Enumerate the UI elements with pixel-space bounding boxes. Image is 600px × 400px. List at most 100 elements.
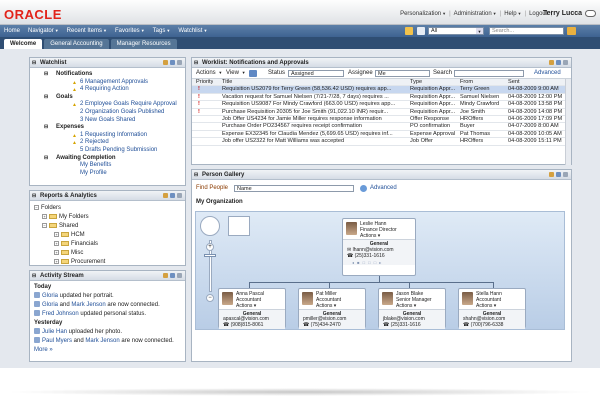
person-card[interactable]: Pat Miller Accountant Actions ▾ General pmil… <box>298 288 366 329</box>
mail-icon[interactable] <box>405 27 413 35</box>
tab-manager-resources[interactable]: Manager Resources <box>110 39 177 49</box>
tree-node-procurement[interactable]: + Procurement <box>34 258 181 267</box>
edit-icon[interactable] <box>163 60 168 65</box>
settings-icon[interactable] <box>556 60 561 65</box>
expand-icon[interactable]: + <box>54 240 59 246</box>
layout-switcher[interactable] <box>228 216 250 236</box>
settings-icon[interactable] <box>170 193 175 198</box>
refresh-icon[interactable] <box>249 70 257 77</box>
person-link[interactable]: Fred Johnson <box>42 311 79 317</box>
watchlist-item[interactable]: 5 Drafts Pending Submission <box>34 147 181 155</box>
watchlist-item[interactable]: 2 Organization Goals Published <box>34 109 181 117</box>
close-icon[interactable] <box>177 193 182 198</box>
zoom-slider-handle[interactable] <box>204 254 216 257</box>
collapse-icon[interactable]: ⊟ <box>32 273 36 279</box>
settings-icon[interactable] <box>556 172 561 177</box>
expand-icon[interactable]: + <box>42 213 47 219</box>
nav-home[interactable]: Home <box>4 28 20 34</box>
person-link[interactable]: Paul Myers <box>42 338 72 344</box>
close-icon[interactable] <box>177 60 182 65</box>
tree-node-financials[interactable]: + Financials <box>34 240 181 249</box>
watchlist-item[interactable]: My Benefits <box>34 162 181 170</box>
person-link[interactable]: Mark Jenson <box>71 302 105 308</box>
assignee-select[interactable]: Me <box>375 70 430 77</box>
person-card[interactable]: Stella Hann Accountant Actions ▾ General sha… <box>458 288 526 329</box>
more-link[interactable]: More » <box>34 346 181 355</box>
watchlist-item[interactable]: ▲ 2 Rejected <box>34 139 181 147</box>
edit-icon[interactable] <box>163 273 168 278</box>
nav-recent-items[interactable]: Recent Items▼ <box>67 28 107 34</box>
table-row[interactable]: Purchase Order PO234567 requires receipt… <box>192 123 571 131</box>
status-select[interactable]: Assigned <box>288 70 344 77</box>
settings-icon[interactable] <box>170 60 175 65</box>
table-row[interactable]: ! Vacation request for Samuel Nielsen (7/… <box>192 94 571 102</box>
table-row[interactable]: ! Purchase Requisition 20305 for Joe Smit… <box>192 109 571 116</box>
user-name[interactable]: Terry Lucca <box>543 10 582 17</box>
column-header[interactable]: Type <box>410 79 422 86</box>
search-scope-select[interactable]: All ▼ <box>428 27 484 35</box>
advanced-link[interactable]: Advanced <box>370 185 397 191</box>
table-row[interactable]: ! Requisition US9087 For Mindy Crawford (… <box>192 101 571 109</box>
tab-welcome[interactable]: Welcome <box>4 39 43 49</box>
tree-node-folders[interactable]: − Folders <box>34 204 181 213</box>
tools-icon[interactable] <box>417 27 425 35</box>
table-row[interactable]: ! Requisition US2079 for Terry Green (58,… <box>192 86 571 94</box>
edit-icon[interactable] <box>163 193 168 198</box>
search-icon[interactable] <box>360 185 367 192</box>
column-header[interactable]: Sent <box>508 79 520 86</box>
collapse-icon[interactable]: ⊟ <box>194 60 198 66</box>
pan-control[interactable] <box>200 216 220 236</box>
person-link[interactable]: Gloria <box>42 293 58 299</box>
tab-general-accounting[interactable]: General Accounting <box>44 39 109 49</box>
search-go-button[interactable] <box>567 27 576 35</box>
worklist-scrollbar[interactable] <box>565 79 571 165</box>
close-icon[interactable] <box>563 60 568 65</box>
nav-navigator[interactable]: Navigator▼ <box>28 28 59 34</box>
collapse-icon[interactable]: − <box>42 222 47 228</box>
personalization-link[interactable]: Personalization▼ <box>400 11 446 17</box>
advanced-link[interactable]: Advanced <box>534 70 561 76</box>
person-link[interactable]: Gloria <box>42 302 58 308</box>
watchlist-item[interactable]: ▲ 1 Requesting Information <box>34 132 181 140</box>
watchlist-item[interactable]: ▲ 4 Requiring Action <box>34 86 181 94</box>
watchlist-item[interactable]: My Profile <box>34 170 181 178</box>
close-icon[interactable] <box>177 273 182 278</box>
collapse-icon[interactable]: ⊟ <box>32 193 36 199</box>
nav-tags[interactable]: Tags▼ <box>153 28 171 34</box>
column-header[interactable]: Title <box>222 79 232 86</box>
person-link[interactable]: Mark Jenson <box>85 338 119 344</box>
zoom-out-icon[interactable]: − <box>206 294 214 302</box>
tree-node-hcm[interactable]: + HCM <box>34 231 181 240</box>
user-status-icon[interactable] <box>585 10 596 17</box>
help-link[interactable]: Help▼ <box>504 11 521 17</box>
actions-menu[interactable]: Actions ▼ <box>196 70 222 76</box>
collapse-icon[interactable]: ⊟ <box>32 60 36 66</box>
watchlist-item[interactable]: 3 New Goals Shared <box>34 117 181 125</box>
watchlist-item[interactable]: ▲ 2 Employee Goals Require Approval <box>34 101 181 109</box>
table-row[interactable]: Job offer US2322 for Matt Williams was a… <box>192 138 571 146</box>
view-menu[interactable]: View ▼ <box>226 70 246 76</box>
settings-icon[interactable] <box>170 273 175 278</box>
column-header[interactable]: Priority <box>196 79 213 86</box>
tree-node-misc[interactable]: + Misc <box>34 249 181 258</box>
card-pager[interactable]: ◂ ■ □ □ □ ▸ <box>352 260 382 266</box>
person-link[interactable]: Julie Han <box>42 329 67 335</box>
edit-icon[interactable] <box>549 60 554 65</box>
table-row[interactable]: Job Offer US4234 for Jamie Miller requir… <box>192 116 571 124</box>
person-card[interactable]: Anna Pascal Accountant Actions ▾ General apa… <box>218 288 286 329</box>
org-chart[interactable]: + − Leslie Hann Finance Director Actions… <box>195 211 565 330</box>
nav-favorites[interactable]: Favorites▼ <box>115 28 145 34</box>
column-header[interactable]: From <box>460 79 473 86</box>
table-row[interactable]: Expense EX32345 for Claudia Mendez (5,69… <box>192 131 571 139</box>
edit-icon[interactable] <box>549 172 554 177</box>
global-search-input[interactable]: Search... <box>489 27 564 35</box>
tree-node-shared[interactable]: − Shared <box>34 222 181 231</box>
find-people-input[interactable]: Name <box>234 185 354 192</box>
person-card[interactable]: Jason Blake Senior Manager Actions ▾ Genera… <box>378 288 446 329</box>
tree-node-my-folders[interactable]: + My Folders <box>34 213 181 222</box>
person-card-manager[interactable]: Leslie Hann Finance Director Actions ▾ G… <box>342 218 416 276</box>
administration-link[interactable]: Administration▼ <box>454 11 497 17</box>
expand-icon[interactable]: + <box>54 249 59 255</box>
zoom-in-icon[interactable]: + <box>206 243 214 251</box>
expand-icon[interactable]: + <box>54 258 59 264</box>
